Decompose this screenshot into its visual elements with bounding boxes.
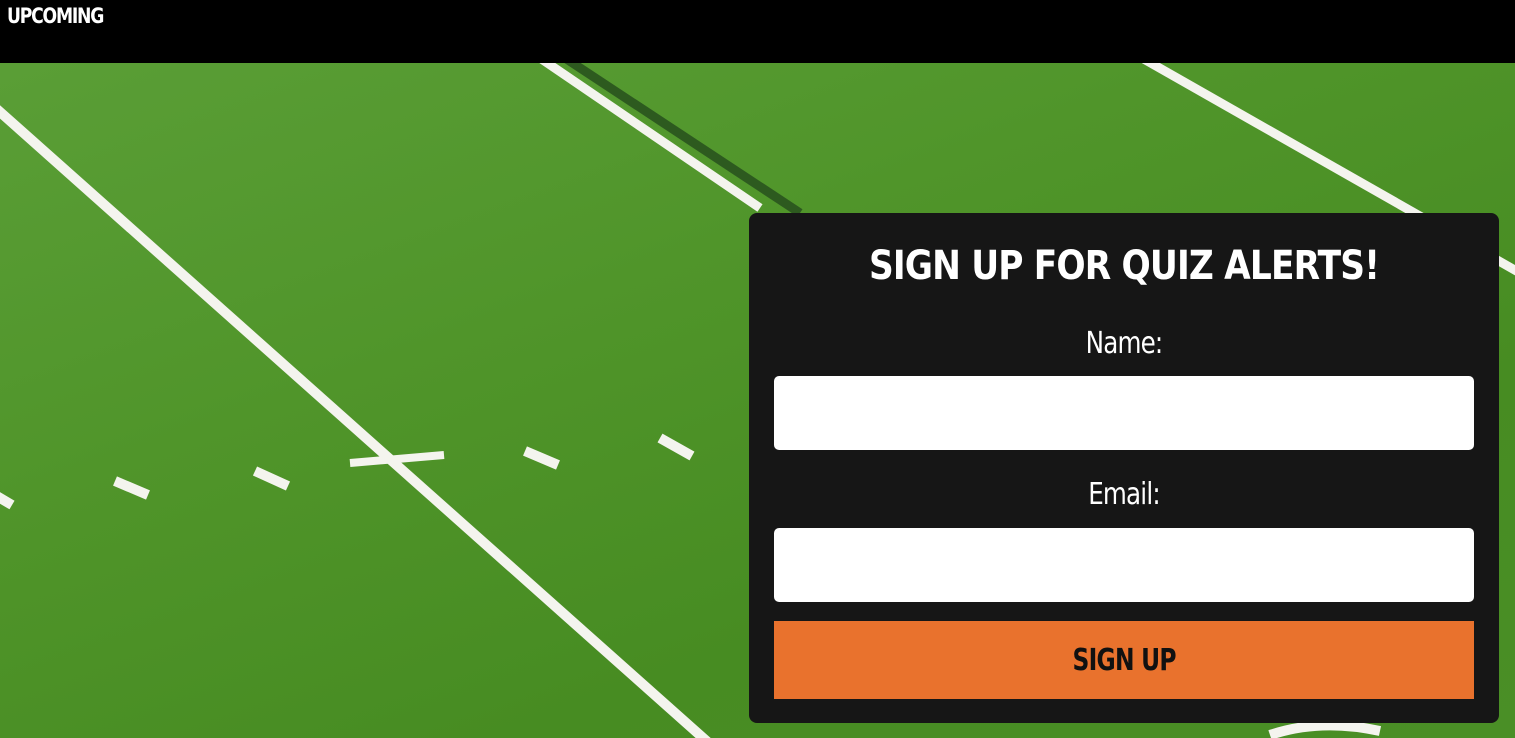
- name-field[interactable]: [774, 376, 1474, 450]
- signup-title: SIGN UP FOR QUIZ ALERTS!: [868, 243, 1380, 289]
- signup-card: SIGN UP FOR QUIZ ALERTS! Name: Email: SI…: [749, 213, 1499, 723]
- name-label: Name:: [1085, 326, 1164, 361]
- top-navbar: UPCOMING: [0, 0, 1515, 63]
- email-field[interactable]: [774, 528, 1474, 602]
- sign-up-button[interactable]: SIGN UP: [774, 621, 1474, 699]
- sign-up-button-label: SIGN UP: [1072, 642, 1176, 678]
- nav-link-upcoming[interactable]: UPCOMING: [7, 4, 104, 28]
- email-label: Email:: [1088, 477, 1160, 512]
